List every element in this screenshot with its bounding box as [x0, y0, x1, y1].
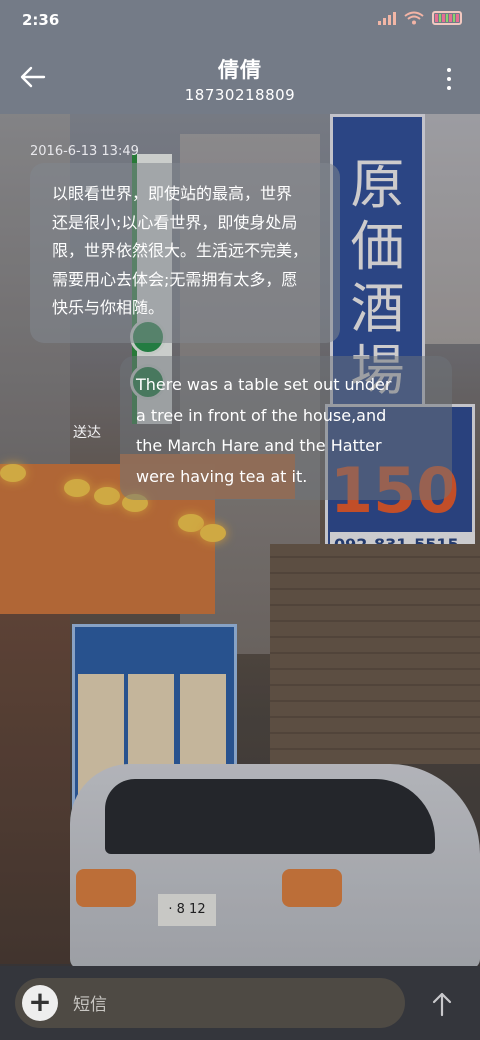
delivery-status: 送达	[73, 425, 101, 441]
arrow-up-icon[interactable]	[430, 991, 454, 1017]
message-line: 需要用心去体会;无需拥有太多，愿	[52, 269, 298, 289]
message-line: 快乐与你相随。	[52, 298, 165, 317]
message-line: a tree in front of the house,and	[136, 405, 387, 425]
plus-icon[interactable]: +	[22, 985, 58, 1021]
contact-name: 倩倩	[218, 58, 262, 82]
conversation-header: 倩倩 18730218809	[0, 42, 480, 114]
status-bar: 2:36	[0, 0, 480, 42]
message-input-placeholder[interactable]: 短信	[73, 990, 107, 1015]
outgoing-message-bubble[interactable]: There was a table set out under a tree i…	[120, 356, 452, 500]
contact-phone-number: 18730218809	[184, 86, 296, 104]
status-icons	[378, 11, 462, 25]
message-line: There was a table set out under	[136, 375, 392, 394]
battery-icon	[432, 11, 462, 25]
message-line: were having tea at it.	[136, 466, 308, 486]
contact-info: 倩倩 18730218809	[0, 54, 480, 104]
status-time: 2:36	[22, 11, 60, 29]
message-line: 限，世界依然很大。生活远不完美，	[52, 241, 309, 260]
signal-icon	[378, 11, 396, 25]
message-line: the March Hare and the Hatter	[136, 436, 382, 455]
message-line: 还是很小;以心看世界，即使身处局	[52, 212, 298, 232]
composer-bar: + 短信	[0, 966, 480, 1040]
wifi-icon	[404, 11, 424, 25]
message-timestamp: 2016-6-13 13:49	[30, 144, 139, 159]
incoming-message-bubble[interactable]: 以眼看世界，即使站的最高，世界 还是很小;以心看世界，即使身处局 限，世界依然很…	[30, 163, 340, 343]
more-vertical-icon[interactable]	[446, 68, 452, 90]
message-line: 以眼看世界，即使站的最高，世界	[52, 184, 293, 203]
